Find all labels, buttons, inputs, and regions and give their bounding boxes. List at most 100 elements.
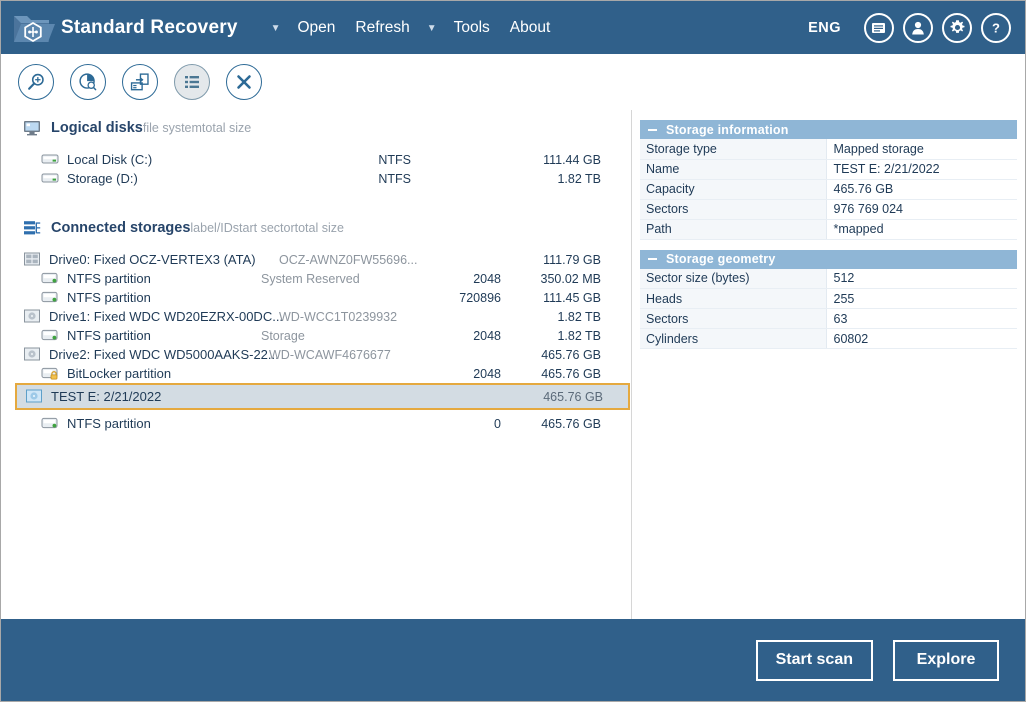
- monitor-icon: [23, 120, 41, 136]
- storage-label: Drive2: Fixed WDC WD5000AAKS-22...: [49, 347, 279, 362]
- app-title: Standard Recovery: [61, 16, 238, 38]
- info-key: Storage type: [640, 139, 827, 160]
- physical-disk-icon: [23, 347, 41, 362]
- table-row: Heads 255: [640, 288, 1017, 309]
- logical-disk-row[interactable]: Storage (D:) NTFS 1.82 TB: [1, 169, 631, 188]
- storage-label: TEST E: 2/21/2022: [51, 389, 162, 404]
- table-row: Capacity 465.76 GB: [640, 179, 1017, 200]
- section-title: Storage information: [666, 122, 789, 137]
- storage-row[interactable]: Drive1: Fixed WDC WD20EZRX-00DC... WD-WC…: [1, 307, 631, 326]
- application-window: Standard Recovery ▼ Open Refresh ▼ Tools…: [0, 0, 1026, 702]
- column-start-sector: start sector: [232, 221, 295, 235]
- storage-information-section-header[interactable]: Storage information: [640, 120, 1017, 139]
- info-key: Capacity: [640, 179, 827, 200]
- storage-row[interactable]: NTFS partition Storage 2048 1.82 TB: [1, 326, 631, 345]
- menu-item-about[interactable]: About: [500, 15, 561, 41]
- info-key: Path: [640, 219, 827, 240]
- info-key: Sector size (bytes): [640, 268, 827, 289]
- storage-label: Drive0: Fixed OCZ-VERTEX3 (ATA): [49, 252, 256, 267]
- info-key: Sectors: [640, 308, 827, 329]
- search-magnifier-icon[interactable]: [18, 63, 54, 100]
- column-file-system: file system: [142, 121, 202, 135]
- storage-row[interactable]: Drive0: Fixed OCZ-VERTEX3 (ATA) OCZ-AWNZ…: [1, 250, 631, 269]
- bitlocker-lock-icon: [41, 366, 59, 381]
- open-dropdown-caret-icon[interactable]: ▼: [264, 23, 288, 34]
- settings-gear-icon[interactable]: [942, 12, 972, 43]
- logical-disk-row[interactable]: Local Disk (C:) NTFS 111.44 GB: [1, 150, 631, 169]
- close-x-icon[interactable]: [226, 63, 262, 100]
- minus-collapse-icon[interactable]: [648, 258, 657, 260]
- storages-stack-icon: [23, 220, 41, 236]
- column-total-size: total size: [201, 121, 252, 135]
- drive-icon: [41, 171, 59, 186]
- menu-item-open[interactable]: Open: [288, 15, 346, 41]
- physical-disk-icon: [23, 309, 41, 324]
- info-value: *mapped: [826, 219, 1017, 240]
- user-account-icon[interactable]: [903, 12, 933, 43]
- start-scan-button[interactable]: Start scan: [755, 639, 873, 681]
- column-total-size: total size: [294, 221, 344, 235]
- logical-disk-label: Storage (D:): [67, 171, 138, 186]
- column-label-id: label/ID: [190, 221, 233, 235]
- storage-row[interactable]: NTFS partition 720896 111.45 GB: [1, 288, 631, 307]
- drive-icon: [41, 152, 59, 167]
- list-view-icon[interactable]: [174, 63, 210, 100]
- storage-row[interactable]: Drive2: Fixed WDC WD5000AAKS-22... WD-WC…: [1, 345, 631, 364]
- storage-label: BitLocker partition: [67, 366, 172, 381]
- help-question-icon[interactable]: ?: [981, 12, 1011, 43]
- language-selector[interactable]: ENG: [808, 20, 841, 36]
- storage-label: NTFS partition: [67, 271, 151, 286]
- storage-label-id: WD-WCC1T0239932: [279, 309, 398, 324]
- header-actions: ENG ?: [808, 12, 1011, 43]
- storage-label-id: WD-WCAWF4676677: [269, 347, 391, 362]
- storage-label: NTFS partition: [67, 328, 151, 343]
- storage-row[interactable]: BitLocker partition 2048 465.76 GB: [1, 364, 631, 383]
- storage-row[interactable]: NTFS partition System Reserved 2048 350.…: [1, 269, 631, 288]
- logical-disk-filesystem: NTFS: [378, 171, 411, 186]
- folder-hexagon-logo-icon: [11, 8, 55, 48]
- messages-icon[interactable]: [864, 12, 894, 43]
- info-value: 465.76 GB: [826, 179, 1017, 200]
- info-key: Heads: [640, 288, 827, 309]
- table-row: Path *mapped: [640, 219, 1017, 240]
- explore-button[interactable]: Explore: [893, 639, 999, 681]
- storage-total-size: 1.82 TB: [557, 309, 601, 324]
- storage-total-size: 465.76 GB: [541, 416, 601, 431]
- storage-geometry-section-header[interactable]: Storage geometry: [640, 249, 1017, 269]
- storage-row[interactable]: NTFS partition 0 465.76 GB: [1, 414, 631, 433]
- physical-disk-icon: [23, 252, 41, 267]
- mapped-storage-icon: [25, 389, 43, 404]
- logical-disks-header: Logical disks file system total size: [1, 116, 631, 140]
- info-pane: Storage information Storage type Mapped …: [632, 110, 1025, 619]
- info-value: TEST E: 2/21/2022: [826, 159, 1017, 180]
- storage-start-sector: 2048: [473, 271, 501, 286]
- storage-information-table: Storage type Mapped storage Name TEST E:…: [640, 139, 1017, 240]
- import-disk-icon[interactable]: [122, 63, 158, 100]
- storage-tree-pane: Logical disks file system total size Loc…: [1, 110, 631, 619]
- storage-total-size: 465.76 GB: [541, 366, 601, 381]
- storage-label: Drive1: Fixed WDC WD20EZRX-00DC...: [49, 309, 284, 324]
- info-value: 512: [826, 268, 1017, 289]
- storage-start-sector: 720896: [459, 290, 501, 305]
- minus-collapse-icon[interactable]: [648, 128, 657, 131]
- storage-total-size: 465.76 GB: [543, 389, 603, 404]
- table-row: Sectors 63: [640, 308, 1017, 329]
- disk-scan-pie-icon[interactable]: [70, 63, 106, 100]
- storage-total-size: 111.45 GB: [543, 290, 601, 305]
- table-row: Name TEST E: 2/21/2022: [640, 159, 1017, 180]
- storage-total-size: 111.79 GB: [543, 252, 601, 267]
- main-content: Logical disks file system total size Loc…: [1, 110, 1025, 619]
- storage-start-sector: 2048: [473, 366, 501, 381]
- menu-item-tools[interactable]: Tools: [444, 15, 500, 41]
- menu-item-refresh[interactable]: Refresh: [345, 15, 419, 41]
- storage-row-selected[interactable]: TEST E: 2/21/2022 465.76 GB: [15, 383, 630, 410]
- storage-start-sector: 0: [494, 416, 501, 431]
- storage-label: NTFS partition: [67, 416, 151, 431]
- logical-disk-filesystem: NTFS: [378, 152, 411, 167]
- storage-total-size: 350.02 MB: [540, 271, 601, 286]
- storage-label-id: OCZ-AWNZ0FW55696...: [279, 252, 418, 267]
- tools-dropdown-caret-icon[interactable]: ▼: [420, 23, 444, 34]
- table-row: Sectors 976 769 024: [640, 199, 1017, 220]
